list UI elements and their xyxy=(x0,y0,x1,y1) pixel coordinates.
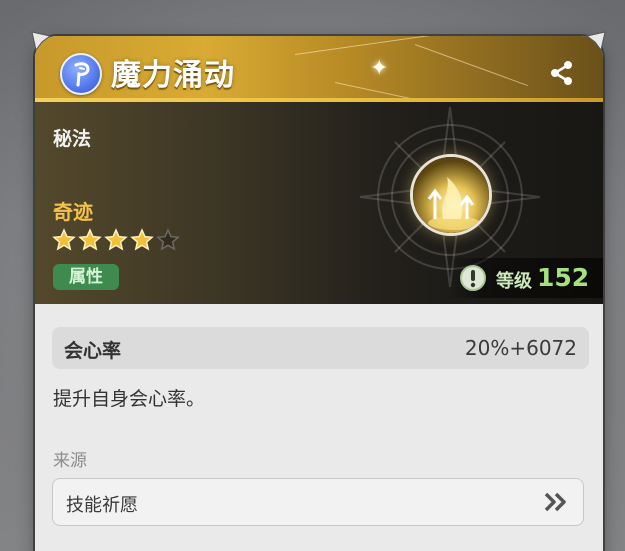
skill-hero-panel: 秘法 奇迹 属性 等级 152 xyxy=(35,102,603,304)
source-item-label: 技能祈愿 xyxy=(66,495,138,516)
header-streak xyxy=(414,44,528,87)
rune-p-icon xyxy=(60,53,102,95)
level-label: 等级 xyxy=(496,271,532,292)
stat-row: 会心率 20%+6072 xyxy=(52,327,589,369)
skill-title: 魔力涌动 xyxy=(111,58,235,93)
sparkle-icon: ✦ xyxy=(370,56,389,81)
star-empty-icon xyxy=(156,228,180,251)
header-streak xyxy=(294,36,474,55)
star-filled-icon xyxy=(52,228,76,251)
double-chevron-right-icon xyxy=(544,492,566,512)
star-filled-icon xyxy=(104,228,128,251)
corner-ornament-icon xyxy=(31,31,52,52)
golden-flame-arrows-icon xyxy=(410,154,492,236)
skill-category: 秘法 xyxy=(53,128,92,150)
level-value: 152 xyxy=(537,263,590,292)
stat-value: 20%+6072 xyxy=(464,336,577,360)
card-header: ✦ 魔力涌动 xyxy=(35,36,603,102)
skill-description: 提升自身会心率。 xyxy=(53,388,206,410)
star-filled-icon xyxy=(130,228,154,251)
attribute-badge[interactable]: 属性 xyxy=(53,264,119,290)
star-rating xyxy=(52,228,180,252)
level-bar: 等级 152 xyxy=(445,258,603,298)
source-label: 来源 xyxy=(53,451,87,471)
source-link-button[interactable]: 技能祈愿 xyxy=(52,478,584,526)
skill-detail-card: ✦ 魔力涌动 秘法 奇迹 属性 等级 152 会心率 20%+6072 提升自身… xyxy=(35,36,603,551)
share-icon[interactable] xyxy=(547,58,577,88)
rarity-label: 奇迹 xyxy=(53,200,93,224)
exclamation-icon[interactable] xyxy=(459,264,487,292)
stat-name: 会心率 xyxy=(64,340,122,362)
header-streak xyxy=(334,82,492,102)
skill-detail-body: 会心率 20%+6072 提升自身会心率。 来源 技能祈愿 xyxy=(35,304,603,551)
star-filled-icon xyxy=(78,228,102,251)
corner-ornament-icon xyxy=(585,31,606,52)
